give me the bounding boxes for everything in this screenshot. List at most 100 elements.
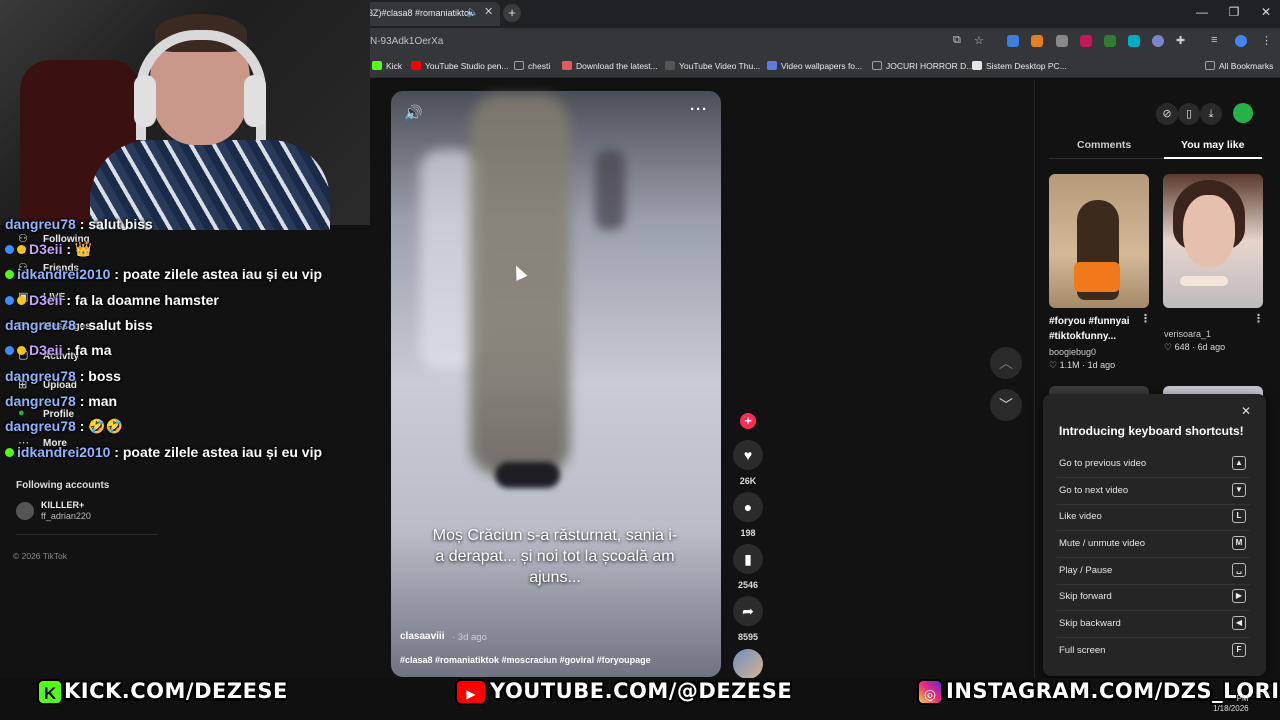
taskbar-clock[interactable]: PM 1/18/2026 [1213, 694, 1249, 714]
tab-you-may-like[interactable]: You may like [1181, 139, 1244, 151]
youtube-logo-icon: ▶ [455, 679, 487, 705]
install-app-icon[interactable]: ⧉ [953, 34, 961, 47]
subscriber-badge-icon [5, 245, 14, 254]
shortcut-label: Full screen [1059, 645, 1106, 656]
youtube-icon [411, 61, 421, 70]
chat-message: D3eii : 👑 [5, 241, 92, 258]
shortcut-key-l-icon: L [1232, 509, 1246, 523]
extension-icon[interactable] [1031, 35, 1043, 47]
shortcut-key-m-icon: M [1232, 536, 1246, 550]
video-caption: Moș Crăciun s-a răsturnat, sania i-a der… [432, 527, 678, 586]
crown-badge-icon [17, 296, 26, 305]
shortcut-key-left-icon: ◀ [1232, 616, 1246, 630]
close-icon[interactable]: ✕ [1241, 404, 1251, 418]
bookmark-item[interactable]: Kick [372, 61, 402, 71]
save-count: 2546 [737, 580, 759, 590]
volume-icon[interactable]: 🔊 [404, 104, 423, 122]
tab-comments[interactable]: Comments [1077, 139, 1131, 151]
bookmark-folder[interactable]: chesti [514, 61, 550, 71]
subscriber-badge-icon [5, 346, 14, 355]
profile-avatar-icon[interactable] [1235, 35, 1247, 47]
chat-message: idkandrei2010 : poate zilele astea iau ș… [5, 266, 322, 282]
compass-icon[interactable]: ⊘ [1156, 103, 1178, 125]
address-bar-row [360, 28, 1280, 56]
previous-video-chevron-up-icon[interactable]: ︿ [990, 347, 1022, 379]
thumbnail-meta: ♡ 648 · 6d ago [1164, 342, 1226, 352]
follow-plus-button[interactable]: + [740, 413, 756, 429]
video-hashtags[interactable]: #clasa8 #romaniatiktok #moscraciun #govi… [400, 655, 651, 665]
thumbnail-author[interactable]: boogiebug0 [1049, 347, 1096, 357]
bookmark-star-icon[interactable]: ☆ [974, 34, 984, 47]
tab-title: 3Z)#clasa8 #romaniatiktok [368, 8, 474, 18]
address-bar-url[interactable]: N-93Adk1OerXa [370, 36, 443, 47]
active-browser-tab[interactable]: 3Z)#clasa8 #romaniatiktok [360, 2, 500, 26]
thumbnail-figure [1183, 195, 1235, 267]
chat-message: D3eii : fa ma [5, 342, 112, 358]
shortcut-label: Skip backward [1059, 618, 1121, 629]
thumbnail-more-icon[interactable]: ⋮ [1140, 312, 1151, 325]
kick-banner-text: KICK.COM/DEZESE [64, 679, 288, 703]
phone-icon[interactable]: ▯ [1178, 103, 1200, 125]
extension-icon[interactable] [1104, 35, 1116, 47]
bookmark-item[interactable]: Video wallpapers fo... [767, 61, 862, 71]
maximize-window-button[interactable]: ❐ [1219, 5, 1249, 19]
avatar[interactable] [16, 502, 34, 520]
media-control-icon[interactable]: ≡ [1211, 34, 1217, 46]
divider [1057, 477, 1250, 478]
thumbnail-meta: ♡ 1.1M · 1d ago [1049, 360, 1116, 370]
share-arrow-icon[interactable]: ➦ [733, 596, 763, 626]
account-name[interactable]: KILLLER+ [41, 500, 84, 510]
tab-close-icon[interactable]: ✕ [484, 5, 493, 18]
bookmark-icon[interactable]: ▮ [733, 544, 763, 574]
bookmark-item[interactable]: YouTube Video Thu... [665, 61, 760, 71]
account-handle[interactable]: ff_adrian220 [41, 511, 91, 521]
like-heart-icon[interactable]: ♥ [733, 440, 763, 470]
bookmark-folder[interactable]: JOCURI HORROR D... [872, 61, 973, 71]
thumbnail-figure [1074, 262, 1120, 292]
close-window-button[interactable]: ✕ [1251, 5, 1280, 19]
extension-icon[interactable] [1056, 35, 1068, 47]
video-author[interactable]: clasaaviii [400, 631, 444, 642]
divider [16, 534, 158, 535]
thumbnail-title[interactable]: #foryou #funnyai [1049, 314, 1130, 329]
chat-message: idkandrei2010 : poate zilele astea iau ș… [5, 444, 322, 460]
extension-icon[interactable] [1007, 35, 1019, 47]
chat-message: dangreu78 : boss [5, 368, 121, 384]
divider [1057, 530, 1250, 531]
comment-icon[interactable]: ● [733, 492, 763, 522]
browser-menu-icon[interactable]: ⋮ [1261, 34, 1272, 47]
bookmark-item[interactable]: Download the latest... [562, 61, 658, 71]
more-options-icon[interactable]: ··· [690, 101, 708, 118]
download-icon[interactable]: ⤓ [1200, 103, 1222, 125]
headphone-earcup [134, 75, 156, 127]
next-video-chevron-down-icon[interactable]: ﹀ [990, 389, 1022, 421]
extension-icon[interactable] [1080, 35, 1092, 47]
bookmark-item[interactable]: Sistem Desktop PC... [972, 61, 1067, 71]
divider [1057, 637, 1250, 638]
thumbnail-author[interactable]: verisoara_1 [1164, 329, 1211, 339]
all-bookmarks-button[interactable]: All Bookmarks [1205, 61, 1273, 71]
shortcut-key-space-icon: ␣ [1232, 563, 1246, 577]
avatar[interactable] [733, 649, 763, 679]
thumbnail-more-icon[interactable]: ⋮ [1253, 312, 1264, 325]
shortcut-label: Skip forward [1059, 591, 1112, 602]
bookmark-item[interactable]: YouTube Studio pen... [411, 61, 509, 71]
extension-icon[interactable] [1128, 35, 1140, 47]
minimize-window-button[interactable]: — [1187, 5, 1217, 19]
video-shoe-blur [495, 462, 560, 488]
thumbnail-title[interactable]: #tiktokfunny... [1049, 329, 1116, 344]
extension-icon[interactable] [1152, 35, 1164, 47]
following-accounts-heading: Following accounts [16, 480, 110, 491]
verified-badge-icon [5, 270, 14, 279]
new-tab-button[interactable]: + [503, 4, 521, 22]
instagram-logo-icon: ◎ [917, 679, 943, 705]
copyright-text: © 2026 TikTok [13, 551, 67, 561]
heart-icon: ♡ [1164, 342, 1175, 352]
active-tab-indicator [1164, 157, 1262, 159]
tab-audio-icon[interactable]: 🔈 [466, 7, 478, 18]
profile-avatar-icon[interactable] [1233, 103, 1253, 123]
youtube-banner-text: YOUTUBE.COM/@DEZESE [490, 679, 793, 703]
shortcut-label: Mute / unmute video [1059, 538, 1146, 549]
shortcut-label: Go to next video [1059, 485, 1129, 496]
extensions-puzzle-icon[interactable]: ✚ [1176, 34, 1185, 47]
